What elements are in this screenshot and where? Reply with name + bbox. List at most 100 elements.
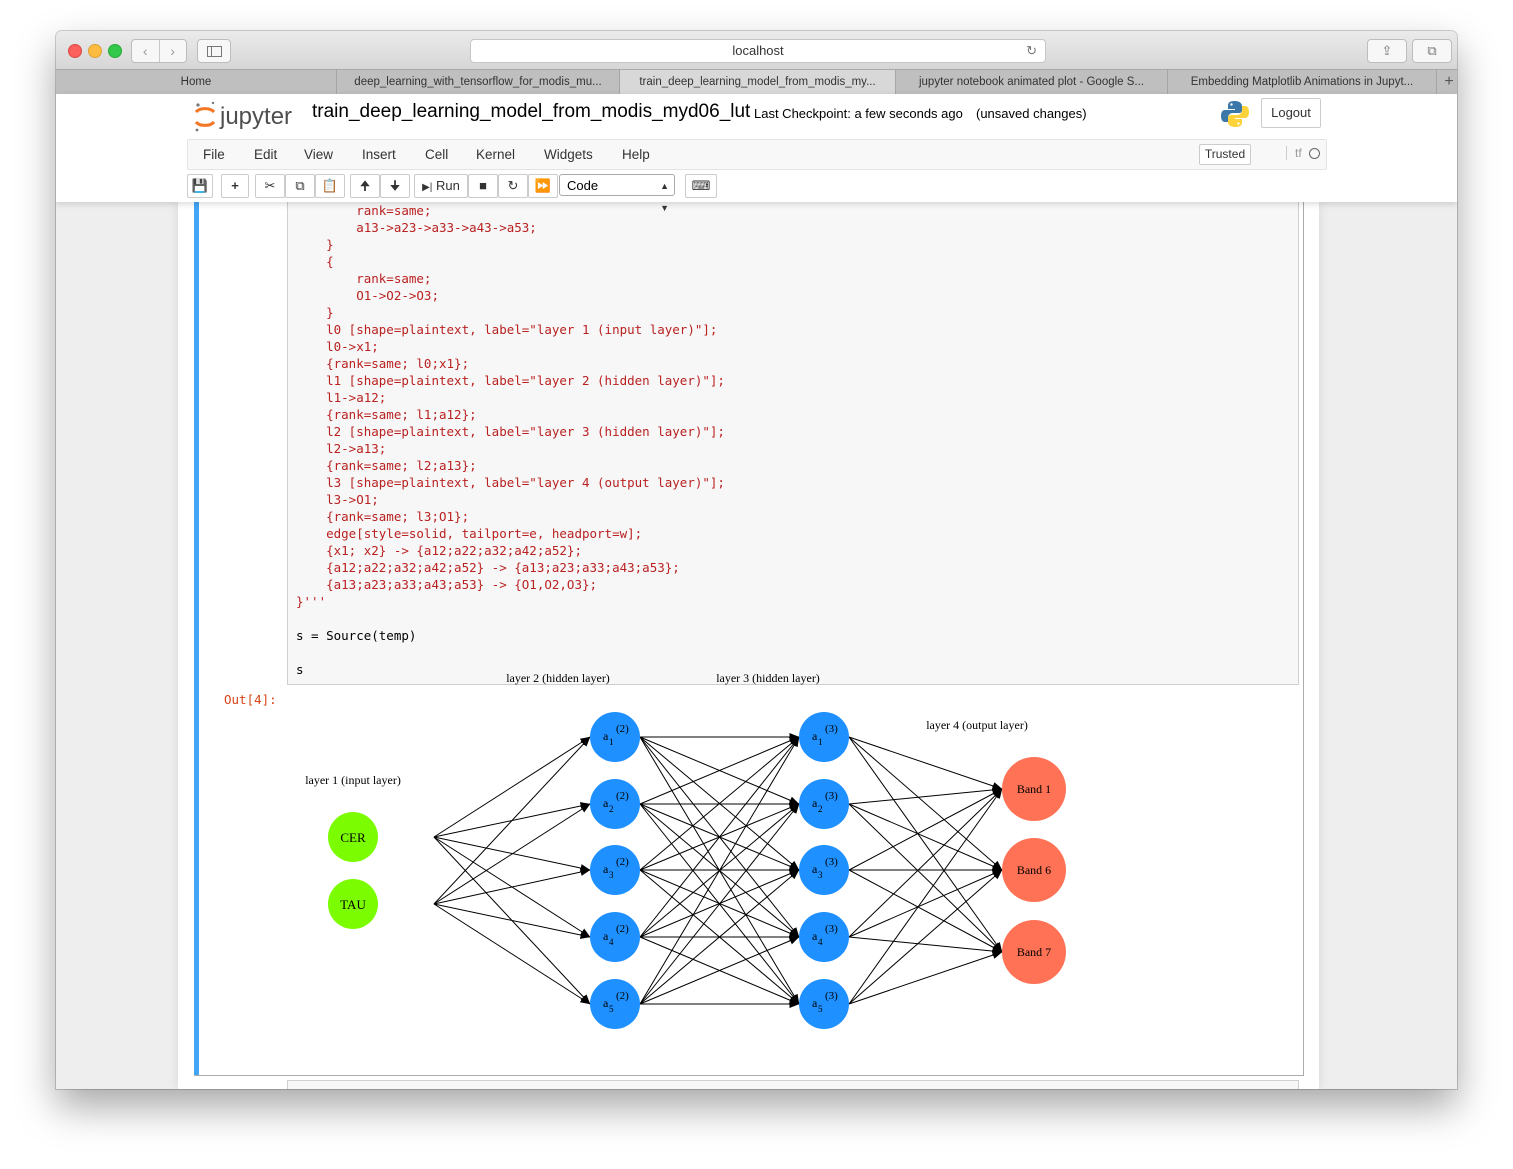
jupyter-page: jupyter train_deep_learning_model_from_m…	[56, 94, 1457, 1089]
cut-button[interactable]: ✂	[255, 174, 285, 198]
graph-edge	[848, 869, 1003, 1005]
menu-file[interactable]: File	[203, 147, 225, 162]
graph-edge	[848, 788, 1003, 1005]
input-node-label: TAU	[340, 897, 366, 912]
plus-icon: +	[231, 178, 239, 193]
graph-nodes: CERTAUa 1(2)a 2(2)a 3(2)a 4(2)a 5(2)a 1(3)a 2(3…	[305, 671, 1066, 1029]
checkpoint-status: Last Checkpoint: a few seconds ago	[754, 106, 963, 121]
menu-edit[interactable]: Edit	[254, 147, 277, 162]
paste-button[interactable]: 📋	[315, 174, 345, 198]
new-tab-button[interactable]: +	[1437, 70, 1457, 94]
restart-button[interactable]: ↻	[498, 174, 528, 198]
command-palette-button[interactable]: ⌨	[685, 174, 717, 198]
menu-view[interactable]: View	[304, 147, 333, 162]
title-bar: ‹ › localhost ↻ ⇪ ⧉	[56, 31, 1457, 69]
run-button[interactable]: ▶| Run	[414, 174, 468, 198]
keyboard-icon: ⌨	[691, 178, 711, 193]
graph-edge	[848, 869, 1003, 938]
node-superscript: (3)	[825, 923, 838, 935]
jupyter-wordmark: jupyter	[219, 103, 292, 130]
node-subscript: 4	[609, 937, 614, 947]
layer-label: layer 3 (hidden layer)	[716, 671, 820, 685]
menu-insert[interactable]: Insert	[362, 147, 396, 162]
graph-edge	[848, 736, 1003, 953]
minimize-window-button[interactable]	[88, 44, 102, 58]
tab-label: Home	[180, 76, 212, 88]
url-text: localhost	[732, 43, 784, 58]
menu-help[interactable]: Help	[622, 147, 650, 162]
sidebar-toggle-button[interactable]	[197, 39, 231, 63]
layer-label: layer 1 (input layer)	[305, 773, 401, 787]
node-subscript: 2	[609, 804, 614, 814]
node-subscript: 1	[818, 737, 823, 747]
share-icon: ⇪	[1381, 43, 1393, 58]
tab-home[interactable]: Home	[56, 70, 337, 94]
output-node-label: Band 6	[1017, 863, 1051, 877]
plus-icon: +	[1444, 73, 1454, 90]
input-node-label: CER	[340, 830, 366, 845]
share-button[interactable]: ⇪	[1367, 39, 1407, 63]
tab-label: deep_learning_with_tensorflow_for_modis_…	[354, 76, 602, 88]
sidebar-icon	[207, 46, 222, 57]
graph-edge	[848, 788, 1003, 938]
jupyter-logo[interactable]: jupyter	[193, 100, 303, 134]
layer-label: layer 4 (output layer)	[926, 718, 1028, 732]
trusted-indicator[interactable]: Trusted	[1199, 144, 1251, 165]
forward-icon[interactable]: ›	[160, 40, 187, 62]
graph-edge	[848, 803, 1003, 953]
hidden-node	[799, 912, 849, 962]
graph-edge	[848, 736, 1003, 871]
menu-cell[interactable]: Cell	[425, 147, 448, 162]
logout-button[interactable]: Logout	[1261, 98, 1321, 128]
graph-edge	[848, 785, 1003, 805]
insert-cell-button[interactable]: +	[221, 174, 249, 198]
zoom-window-button[interactable]	[108, 44, 122, 58]
tab-train-notebook[interactable]: train_deep_learning_model_from_modis_my.…	[620, 70, 896, 94]
menu-widgets[interactable]: Widgets	[544, 147, 593, 162]
node-subscript: 3	[609, 870, 614, 880]
tab-label: train_deep_learning_model_from_modis_my.…	[639, 76, 876, 88]
hidden-node	[590, 912, 640, 962]
cell-type-select[interactable]: Code ▲ ▼	[559, 174, 675, 213]
scissors-icon: ✂	[264, 178, 276, 193]
tab-overview-button[interactable]: ⧉	[1412, 39, 1452, 63]
address-bar[interactable]: localhost ↻	[470, 39, 1046, 63]
hidden-node	[590, 779, 640, 829]
graph-edge	[433, 803, 591, 905]
move-up-button[interactable]: 🠉	[350, 174, 380, 198]
graph-edge	[433, 868, 591, 905]
node-superscript: (2)	[616, 856, 629, 868]
output-node-label: Band 7	[1017, 945, 1051, 959]
menu-kernel[interactable]: Kernel	[476, 147, 515, 162]
notebook-name[interactable]: train_deep_learning_model_from_modis_myd…	[312, 101, 750, 123]
move-down-button[interactable]: 🠋	[380, 174, 410, 198]
tab-deep-learning-notebook[interactable]: deep_learning_with_tensorflow_for_modis_…	[337, 70, 620, 94]
graph-edge	[433, 903, 591, 1005]
paste-icon: 📋	[321, 178, 339, 193]
tab-embedding-animations[interactable]: Embedding Matplotlib Animations in Jupyt…	[1168, 70, 1437, 94]
run-all-button[interactable]: ⏩	[528, 174, 558, 198]
history-navigation: ‹ ›	[131, 39, 187, 63]
node-superscript: (2)	[616, 923, 629, 935]
node-superscript: (3)	[825, 723, 838, 735]
reload-icon[interactable]: ↻	[1026, 40, 1037, 62]
close-window-button[interactable]	[68, 44, 82, 58]
step-forward-icon: ▶|	[422, 182, 433, 193]
notebook-header: jupyter train_deep_learning_model_from_m…	[56, 94, 1457, 213]
graph-edge	[433, 903, 591, 939]
interrupt-button[interactable]: ■	[468, 174, 498, 198]
graph-edge	[848, 951, 1003, 1005]
hidden-node	[799, 845, 849, 895]
tab-google-search[interactable]: jupyter notebook animated plot - Google …	[896, 70, 1168, 94]
back-icon[interactable]: ‹	[132, 40, 160, 62]
kernel-idle-icon	[1309, 148, 1320, 159]
copy-button[interactable]: ⧉	[285, 174, 315, 198]
graph-edge	[848, 736, 1003, 790]
save-button[interactable]: 💾	[187, 174, 213, 198]
layer-label: layer 2 (hidden layer)	[506, 671, 610, 685]
next-cell[interactable]	[287, 1080, 1299, 1089]
tab-label: jupyter notebook animated plot - Google …	[918, 76, 1145, 88]
hidden-node	[590, 979, 640, 1029]
hidden-node	[799, 979, 849, 1029]
node-subscript: 3	[818, 870, 823, 880]
